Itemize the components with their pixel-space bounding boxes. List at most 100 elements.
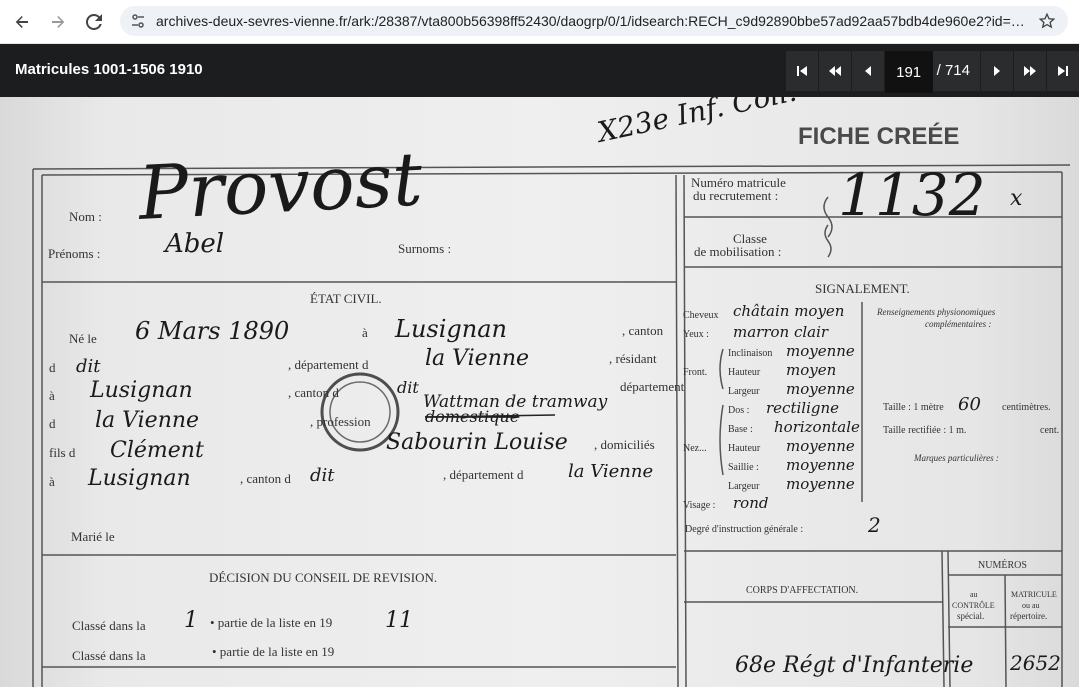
- forward-arrow-icon[interactable]: [44, 8, 72, 36]
- hw-domicile-canton: dit: [310, 465, 335, 486]
- page-number-input[interactable]: [884, 51, 933, 93]
- hw-nez-hauteur: moyenne: [786, 437, 855, 455]
- hw-residant: Lusignan: [89, 378, 193, 403]
- hw-base: horizontale: [774, 418, 860, 436]
- label-au-controle-1: au: [970, 590, 978, 599]
- label-prenoms: Prénoms :: [48, 246, 100, 261]
- label-degre: Degré d'instruction générale :: [685, 524, 803, 535]
- fast-back-button[interactable]: [818, 51, 851, 91]
- pager: / 714: [785, 51, 1079, 93]
- hw-pere: Clément: [110, 438, 204, 463]
- label-nom: Nom :: [69, 209, 102, 224]
- hw-departement-2: la Vienne: [95, 408, 199, 433]
- fast-forward-icon: [1024, 66, 1036, 76]
- label-canton-d: , canton d: [288, 385, 339, 400]
- label-d-2: d: [49, 416, 56, 431]
- hw-dos: rectiligne: [766, 399, 839, 417]
- next-icon: [994, 66, 1000, 76]
- address-bar[interactable]: archives-deux-sevres-vienne.fr/ark:/2838…: [120, 6, 1068, 36]
- previous-icon: [864, 66, 871, 76]
- label-base: Base :: [728, 424, 753, 435]
- label-surnoms: Surnoms :: [398, 241, 451, 256]
- site-settings-icon[interactable]: [130, 13, 146, 29]
- hw-lieu-naissance: Lusignan: [394, 315, 507, 343]
- document-title: Matricules 1001-1506 1910: [15, 61, 203, 78]
- hw-yeux: marron clair: [733, 323, 829, 341]
- fast-back-icon: [828, 66, 841, 76]
- hw-prenom: Abel: [163, 229, 224, 259]
- label-au-controle-3: spécial.: [957, 611, 984, 621]
- label-classe-2: de mobilisation :: [694, 244, 781, 259]
- hw-date-naissance: 6 Mars 1890: [135, 317, 289, 345]
- bookmark-star-icon[interactable]: [1038, 12, 1056, 30]
- label-a-2: à: [49, 388, 55, 403]
- label-front: Front.: [683, 367, 707, 378]
- fiche-creee-stamp: FICHE CREÉE: [798, 122, 959, 150]
- label-signalement: SIGNALEMENT.: [815, 281, 910, 296]
- hw-d-dit: dit: [76, 356, 101, 377]
- fast-forward-button[interactable]: [1014, 51, 1046, 91]
- first-page-button[interactable]: [785, 51, 818, 91]
- previous-page-button[interactable]: [851, 51, 884, 91]
- label-classe-dans-2: Classé dans la: [72, 648, 146, 663]
- label-matricule-3: répertoire.: [1010, 611, 1047, 621]
- label-nez: Nez...: [683, 443, 707, 454]
- hw-domicile: Lusignan: [87, 466, 191, 491]
- url-text[interactable]: archives-deux-sevres-vienne.fr/ark:/2838…: [156, 13, 1032, 29]
- page-total: / 714: [932, 51, 980, 91]
- register-page: X23e Inf. Coll. FICHE CREÉE Nom : Prénom…: [32, 97, 1071, 687]
- label-departement: département: [620, 379, 685, 394]
- pencil-note: X23e Inf. Coll.: [593, 97, 800, 149]
- label-saillie: Saillie :: [728, 462, 759, 473]
- hw-canton-dit: dit: [397, 378, 419, 397]
- reload-icon[interactable]: [80, 8, 108, 36]
- label-fils-d: fils d: [49, 445, 76, 460]
- label-a-3: à: [49, 474, 55, 489]
- next-page-button[interactable]: [981, 51, 1013, 91]
- hw-corps: 68e Régt d'Infanterie: [735, 653, 973, 678]
- browser-toolbar: archives-deux-sevres-vienne.fr/ark:/2838…: [0, 0, 1079, 44]
- label-cent: cent.: [1040, 425, 1059, 436]
- hw-saillie: moyenne: [786, 456, 855, 474]
- label-renseignements-1: Renseignements physionomiques: [876, 307, 996, 317]
- label-au-controle-2: CONTRÔLE: [952, 600, 995, 610]
- hw-matricule: 1132: [838, 161, 986, 229]
- label-domicilies: , domiciliés: [594, 437, 655, 452]
- label-centimetres: centimètres.: [1002, 402, 1051, 413]
- hw-nez-largeur: moyenne: [786, 475, 855, 493]
- label-departement-d-2: , département d: [443, 467, 524, 482]
- hw-domicile-dept: la Vienne: [568, 461, 653, 482]
- signalement-labels: Cheveux Yeux : Inclinaison Front. Hauteu…: [683, 307, 1059, 621]
- label-largeur: Largeur: [728, 386, 760, 397]
- viewer-toolbar: Matricules 1001-1506 1910 / 714: [0, 44, 1079, 97]
- label-d-1: d: [49, 360, 56, 375]
- label-matricule-2: ou au: [1022, 601, 1040, 610]
- hw-partie-1: 1: [184, 608, 198, 633]
- last-page-button[interactable]: [1047, 51, 1079, 91]
- label-inclinaison: Inclinaison: [728, 348, 772, 359]
- document-scan: X23e Inf. Coll. FICHE CREÉE Nom : Prénom…: [0, 97, 1079, 687]
- label-taille: Taille : 1 mètre: [883, 402, 944, 413]
- label-ne-le: Né le: [69, 331, 97, 346]
- hw-mere: Sabourin Louise: [386, 430, 568, 455]
- label-hauteur-2: Hauteur: [728, 443, 761, 454]
- label-taille-rectifiee: Taille rectifiée : 1 m.: [883, 425, 966, 436]
- hw-inclinaison: moyenne: [786, 342, 855, 360]
- label-partie-1: • partie de la liste en 19: [210, 615, 332, 630]
- label-residant: , résidant: [609, 351, 657, 366]
- label-partie-2: • partie de la liste en 19: [212, 644, 334, 659]
- hw-cheveux: châtain moyen: [733, 302, 844, 320]
- hw-taille-cm: 60: [958, 394, 981, 415]
- label-corps: CORPS D'AFFECTATION.: [746, 585, 858, 596]
- label-marques: Marques particulières :: [913, 453, 999, 463]
- hw-departement: la Vienne: [425, 346, 529, 371]
- hw-nom: Provost: [134, 136, 424, 237]
- label-hauteur: Hauteur: [728, 367, 761, 378]
- label-yeux: Yeux :: [683, 329, 709, 340]
- label-etat-civil: ÉTAT CIVIL.: [310, 291, 382, 306]
- last-page-icon: [1058, 66, 1068, 76]
- label-visage: Visage :: [683, 500, 715, 511]
- label-departement-d: , département d: [288, 357, 369, 372]
- label-matricule-1: MATRICULE: [1011, 590, 1057, 599]
- back-arrow-icon[interactable]: [8, 8, 36, 36]
